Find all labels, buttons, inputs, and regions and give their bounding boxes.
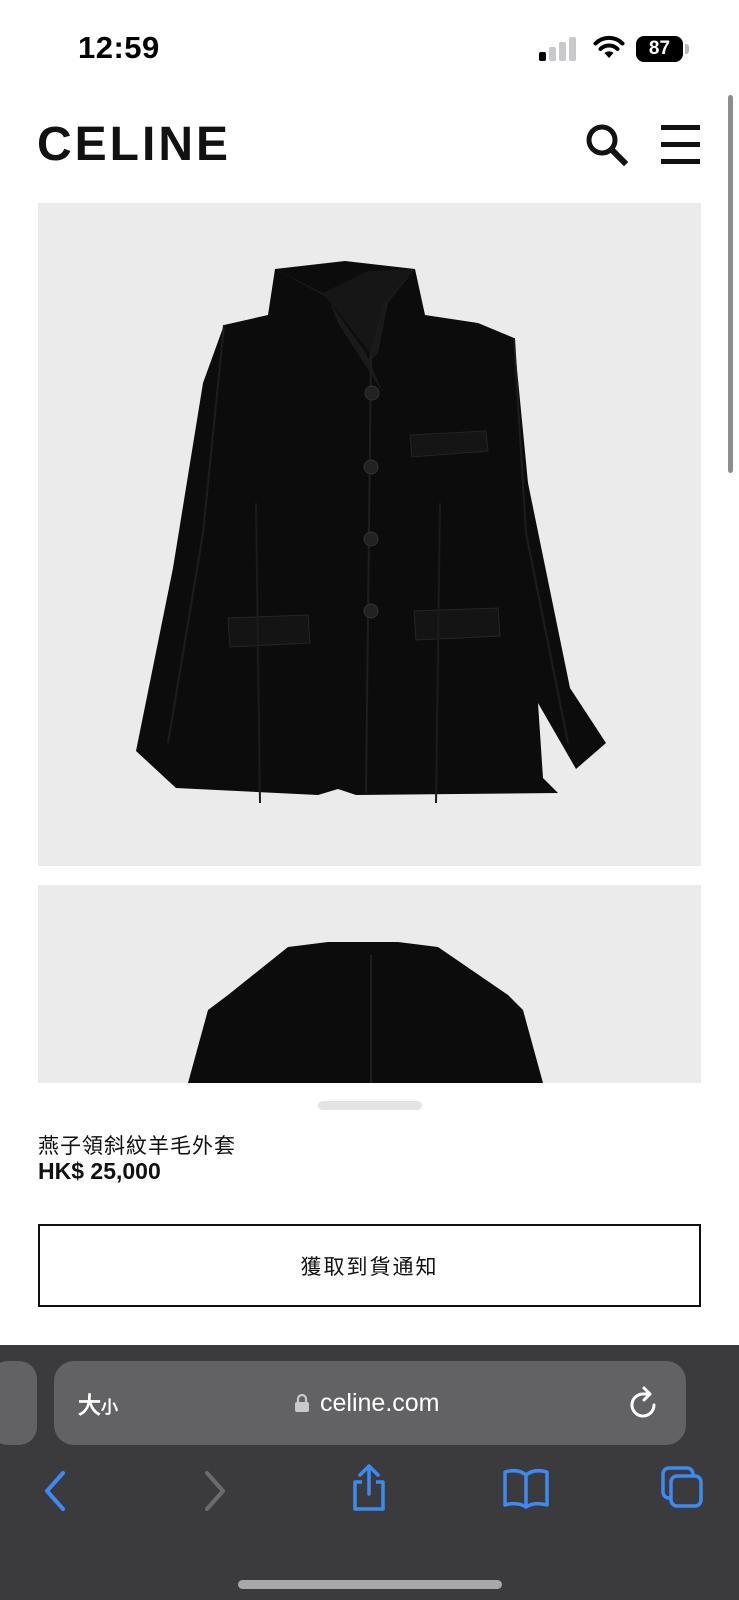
jacket-back-illustration [188,942,543,1083]
tabs-icon[interactable] [660,1465,704,1509]
product-price: HK$ 25,000 [38,1158,161,1184]
text-size-label-big: 大 [78,1393,101,1419]
jacket-front-illustration [136,261,606,804]
cellular-signal-icon [539,37,579,61]
battery-level: 87 [636,36,683,62]
lock-icon [295,1393,309,1412]
previous-tab-card[interactable] [0,1361,37,1445]
url-display[interactable]: celine.com [294,1385,440,1421]
home-indicator[interactable] [238,1580,502,1589]
product-image-front[interactable] [38,203,701,866]
text-size-label-small: 小 [101,1398,118,1418]
search-icon[interactable] [584,122,628,166]
battery-icon: 87 [636,36,689,62]
product-image-back[interactable] [38,885,701,1083]
wifi-icon [593,35,625,58]
hamburger-menu-icon[interactable] [661,125,701,165]
browser-toolbar: 大小 celine.com [0,1345,739,1600]
status-time: 12:59 [78,30,160,65]
address-bar[interactable]: 大小 celine.com [54,1361,686,1445]
bookmarks-icon[interactable] [502,1467,550,1509]
forward-icon[interactable] [202,1470,228,1512]
celine-logo[interactable]: CELINE [37,117,231,173]
reload-icon[interactable] [627,1385,661,1423]
share-icon[interactable] [349,1463,389,1513]
back-icon[interactable] [42,1470,68,1512]
sheet-drag-handle[interactable] [318,1101,422,1110]
notify-availability-button[interactable]: 獲取到貨通知 [38,1224,701,1307]
status-bar: 12:59 87 [0,0,739,95]
product-name: 燕子領斜紋羊毛外套 [38,1134,236,1158]
url-text: celine.com [320,1388,440,1417]
scroll-indicator [728,95,733,473]
page-text-size-button[interactable]: 大小 [78,1386,118,1420]
